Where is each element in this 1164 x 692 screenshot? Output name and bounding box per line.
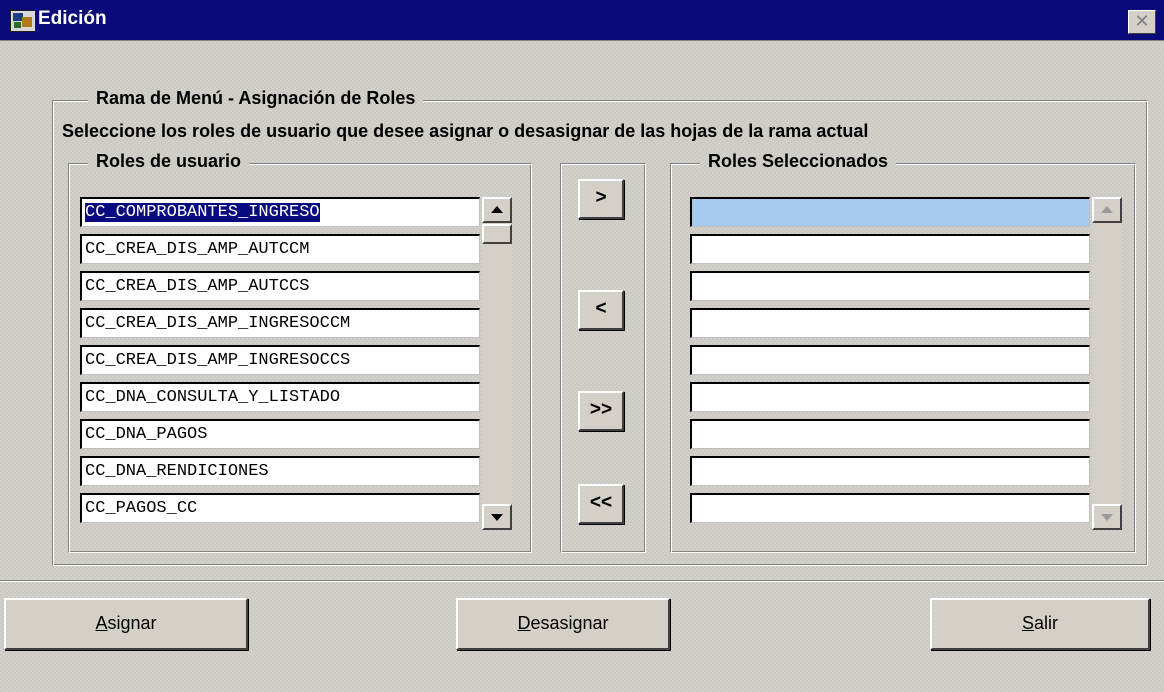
list-item[interactable]: [690, 271, 1090, 301]
list-item-label: CC_CREA_DIS_AMP_INGRESOCCS: [85, 351, 351, 370]
unassign-button[interactable]: Desasignar: [456, 598, 670, 650]
instruction-text: Seleccione los roles de usuario que dese…: [62, 121, 869, 141]
scroll-thumb[interactable]: [482, 224, 512, 244]
dialog-body: Rama de Menú - Asignación de Roles Selec…: [0, 41, 1164, 692]
arrow-down-icon: [491, 514, 503, 521]
exit-label: alir: [1034, 613, 1059, 633]
scroll-up-button[interactable]: [1092, 197, 1122, 223]
scroll-down-button[interactable]: [1092, 504, 1122, 530]
list-item[interactable]: CC_COMPROBANTES_INGRESO: [80, 197, 480, 227]
remove-all-button[interactable]: <<: [578, 484, 624, 524]
list-item[interactable]: [690, 493, 1090, 523]
selected-roles-scrollbar[interactable]: [1092, 197, 1122, 530]
arrow-down-icon: [1101, 514, 1113, 521]
close-button[interactable]: ✕: [1128, 10, 1156, 34]
list-item-label: CC_PAGOS_CC: [85, 499, 198, 518]
add-one-button[interactable]: >: [578, 179, 624, 219]
list-item[interactable]: CC_DNA_RENDICIONES: [80, 456, 480, 486]
list-item[interactable]: CC_PAGOS_CC: [80, 493, 480, 523]
menu-branch-legend: Rama de Menú - Asignación de Roles: [88, 88, 423, 109]
unassign-mnemonic: D: [517, 613, 531, 633]
app-icon: [10, 10, 36, 32]
exit-button[interactable]: Salir: [930, 598, 1150, 650]
list-item[interactable]: [690, 382, 1090, 412]
arrow-up-icon: [1101, 206, 1113, 213]
unassign-label: esasignar: [530, 613, 609, 633]
user-roles-scrollbar[interactable]: [482, 197, 512, 530]
list-item-label: CC_CREA_DIS_AMP_INGRESOCCM: [85, 314, 351, 333]
window-title: Edición: [38, 8, 107, 29]
list-item[interactable]: [690, 234, 1090, 264]
selected-roles-legend: Roles Seleccionados: [700, 151, 896, 172]
list-item[interactable]: CC_CREA_DIS_AMP_AUTCCS: [80, 271, 480, 301]
list-item-label: CC_DNA_PAGOS: [85, 425, 208, 444]
list-item-label: CC_DNA_CONSULTA_Y_LISTADO: [85, 388, 341, 407]
list-item[interactable]: [690, 419, 1090, 449]
list-item-label: CC_CREA_DIS_AMP_AUTCCM: [85, 240, 310, 259]
footer-separator: [0, 580, 1164, 582]
list-item-label: CC_CREA_DIS_AMP_AUTCCS: [85, 277, 310, 296]
remove-one-button[interactable]: <: [578, 290, 624, 330]
user-roles-legend: Roles de usuario: [88, 151, 249, 172]
list-item[interactable]: [690, 456, 1090, 486]
exit-mnemonic: S: [1021, 613, 1034, 633]
arrow-up-icon: [491, 206, 503, 213]
list-item[interactable]: CC_DNA_PAGOS: [80, 419, 480, 449]
scroll-down-button[interactable]: [482, 504, 512, 530]
list-item[interactable]: CC_DNA_CONSULTA_Y_LISTADO: [80, 382, 480, 412]
close-icon: ✕: [1134, 11, 1150, 31]
list-item[interactable]: [690, 345, 1090, 375]
list-item-label: CC_COMPROBANTES_INGRESO: [85, 203, 320, 222]
list-item[interactable]: CC_CREA_DIS_AMP_AUTCCM: [80, 234, 480, 264]
title-bar: Edición ✕: [0, 0, 1164, 41]
list-item-label: CC_DNA_RENDICIONES: [85, 462, 269, 481]
scroll-up-button[interactable]: [482, 197, 512, 223]
assign-label: signar: [107, 613, 157, 633]
list-item[interactable]: CC_CREA_DIS_AMP_INGRESOCCM: [80, 308, 480, 338]
assign-mnemonic: A: [95, 613, 108, 633]
list-item[interactable]: CC_CREA_DIS_AMP_INGRESOCCS: [80, 345, 480, 375]
list-item[interactable]: [690, 197, 1090, 227]
add-all-button[interactable]: >>: [578, 391, 624, 431]
list-item[interactable]: [690, 308, 1090, 338]
assign-button[interactable]: Asignar: [4, 598, 248, 650]
